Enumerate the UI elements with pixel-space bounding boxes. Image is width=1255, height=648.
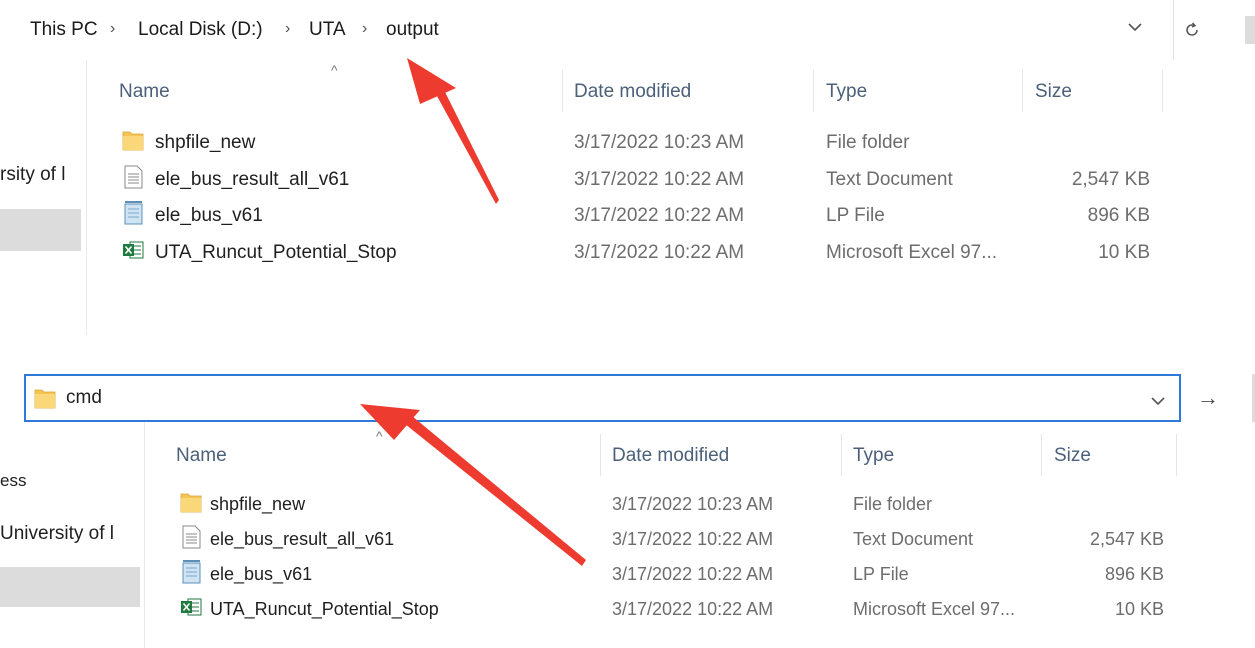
file-size: 896 KB <box>1087 205 1150 226</box>
folder-icon <box>180 493 202 513</box>
file-size: 2,547 KB <box>1071 169 1150 190</box>
search-box-edge[interactable] <box>1245 16 1255 44</box>
folder-icon <box>122 131 144 151</box>
table-row[interactable]: ele_bus_result_all_v61 3/17/2022 10:22 A… <box>110 161 1160 197</box>
table-row[interactable]: UTA_Runcut_Potential_Stop 3/17/2022 10:2… <box>110 234 1160 270</box>
nav-pane-item[interactable] <box>0 209 81 251</box>
file-date: 3/17/2022 10:22 AM <box>574 169 745 190</box>
refresh-button[interactable] <box>1176 14 1208 46</box>
chevron-down-icon[interactable] <box>1151 393 1165 411</box>
nav-pane-label[interactable]: University of l <box>0 523 114 545</box>
lp-file-icon <box>182 560 201 584</box>
column-header-date[interactable]: Date modified <box>612 445 729 467</box>
column-divider[interactable] <box>1176 434 1177 476</box>
file-name: shpfile_new <box>210 494 306 514</box>
file-size: 896 KB <box>1104 564 1164 584</box>
column-divider[interactable] <box>1022 70 1023 112</box>
sort-up-icon: ^ <box>331 62 338 78</box>
go-button[interactable]: → <box>1184 374 1232 422</box>
file-date: 3/17/2022 10:22 AM <box>574 242 745 263</box>
nav-pane-label[interactable]: ess <box>0 471 26 491</box>
file-name: UTA_Runcut_Potential_Stop <box>155 242 397 263</box>
table-row[interactable]: ele_bus_v61 3/17/2022 10:22 AM LP File 8… <box>110 197 1160 233</box>
file-type: Microsoft Excel 97... <box>853 599 1016 619</box>
file-name: ele_bus_v61 <box>155 205 263 226</box>
file-name: UTA_Runcut_Potential_Stop <box>210 599 439 619</box>
file-name: ele_bus_result_all_v61 <box>155 169 350 190</box>
column-header-type[interactable]: Type <box>826 81 867 103</box>
column-header-size[interactable]: Size <box>1054 445 1091 467</box>
table-row[interactable]: shpfile_new 3/17/2022 10:23 AM File fold… <box>168 486 1178 522</box>
column-header-date[interactable]: Date modified <box>574 81 691 103</box>
file-date: 3/17/2022 10:22 AM <box>612 564 774 584</box>
file-type: Text Document <box>853 529 974 549</box>
table-row[interactable]: shpfile_new 3/17/2022 10:23 AM File fold… <box>110 124 1160 160</box>
file-type: File folder <box>826 132 910 153</box>
breadcrumb-output[interactable]: output <box>386 19 439 41</box>
excel-icon <box>123 241 144 259</box>
address-input-value[interactable]: cmd <box>66 387 102 409</box>
refresh-icon <box>1186 22 1198 36</box>
breadcrumb-uta[interactable]: UTA <box>309 19 346 41</box>
bottom-explorer-window: cmd → ess University of l ^ Name Date mo… <box>0 360 1255 648</box>
table-row[interactable]: UTA_Runcut_Potential_Stop 3/17/2022 10:2… <box>168 591 1178 627</box>
column-header-name[interactable]: Name <box>176 445 227 467</box>
nav-pane-label[interactable]: rsity of l <box>0 164 65 186</box>
chevron-right-icon[interactable]: › <box>362 20 367 38</box>
chevron-right-icon[interactable]: › <box>110 20 115 38</box>
file-size: 10 KB <box>1098 242 1150 263</box>
pane-divider[interactable] <box>144 422 145 648</box>
file-type: Text Document <box>826 169 953 190</box>
top-explorer-window: This PC › Local Disk (D:) › UTA › output… <box>0 0 1255 340</box>
file-type: File folder <box>853 494 933 514</box>
table-row[interactable]: ele_bus_result_all_v61 3/17/2022 10:22 A… <box>168 521 1178 557</box>
column-header-size[interactable]: Size <box>1035 81 1072 103</box>
file-date: 3/17/2022 10:23 AM <box>574 132 745 153</box>
file-type: LP File <box>853 564 909 584</box>
column-header-type[interactable]: Type <box>853 445 894 467</box>
address-bar[interactable]: This PC › Local Disk (D:) › UTA › output <box>12 0 1174 60</box>
arrow-right-icon: → <box>1197 385 1219 410</box>
pane-divider[interactable] <box>86 60 87 335</box>
column-divider[interactable] <box>600 434 601 476</box>
column-divider[interactable] <box>841 434 842 476</box>
folder-icon <box>34 389 56 409</box>
column-divider[interactable] <box>813 70 814 112</box>
chevron-down-icon[interactable] <box>1128 19 1142 37</box>
file-date: 3/17/2022 10:22 AM <box>612 599 774 619</box>
breadcrumb-local-disk[interactable]: Local Disk (D:) <box>138 19 263 41</box>
file-type: LP File <box>826 205 885 226</box>
breadcrumb-this-pc[interactable]: This PC <box>30 19 98 41</box>
text-document-icon <box>182 525 201 549</box>
column-header-name[interactable]: Name <box>119 81 170 103</box>
file-date: 3/17/2022 10:22 AM <box>612 529 774 549</box>
text-document-icon <box>124 165 143 189</box>
file-name: ele_bus_v61 <box>210 564 313 584</box>
nav-pane-item[interactable] <box>0 567 140 607</box>
file-size: 10 KB <box>1114 599 1164 619</box>
excel-icon <box>181 598 202 616</box>
table-row[interactable]: ele_bus_v61 3/17/2022 10:22 AM LP File 8… <box>168 556 1178 592</box>
column-divider[interactable] <box>1162 70 1163 112</box>
column-divider[interactable] <box>562 70 563 112</box>
file-type: Microsoft Excel 97... <box>826 242 998 263</box>
file-date: 3/17/2022 10:23 AM <box>612 494 774 514</box>
address-input[interactable]: cmd <box>24 374 1181 422</box>
file-date: 3/17/2022 10:22 AM <box>574 205 745 226</box>
sort-up-icon: ^ <box>376 428 383 444</box>
file-name: shpfile_new <box>155 132 256 153</box>
file-size: 2,547 KB <box>1089 529 1164 549</box>
column-divider[interactable] <box>1041 434 1042 476</box>
file-name: ele_bus_result_all_v61 <box>210 529 395 549</box>
lp-file-icon <box>124 201 143 225</box>
chevron-right-icon[interactable]: › <box>285 20 290 38</box>
